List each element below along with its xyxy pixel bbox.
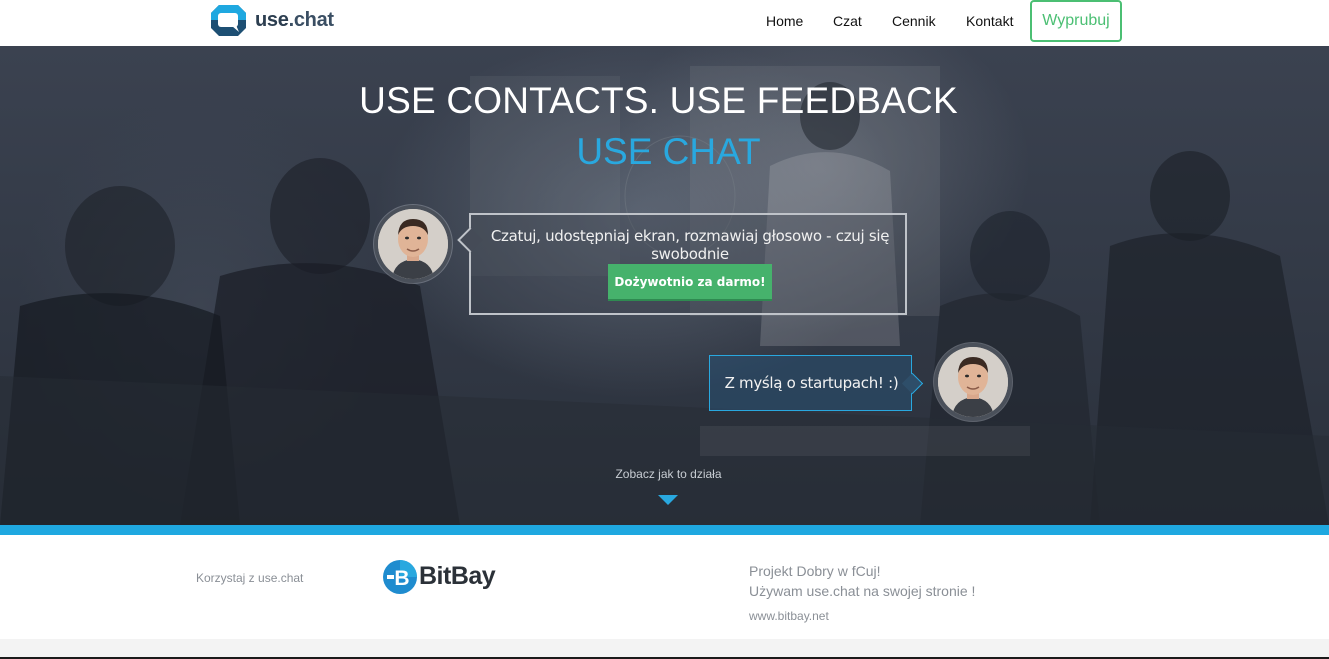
person-portrait-icon [378,209,448,279]
top-navbar: use.chat Home Czat Cennik Kontakt Wyprub… [0,0,1329,46]
svg-text:B: B [394,567,409,590]
logo-wordmark: use.chat [255,9,334,32]
site-logo[interactable]: use.chat [210,4,334,37]
chat-bubble-features: Czatuj, udostępniaj ekran, rozmawiaj gło… [469,213,907,315]
user-avatar [374,205,452,283]
testimonial-section: Korzystaj z use.chat B BitBay Projekt Do… [0,535,1329,639]
bubble-features-text: Czatuj, udostępniaj ekran, rozmawiaj gło… [490,227,890,263]
nav-kontakt-link[interactable]: Kontakt [966,13,1013,29]
uses-label: Korzystaj z use.chat [196,571,304,585]
hero-title-line-1: USE CONTACTS. USE FEEDBACK [359,80,958,121]
nav-cennik-link[interactable]: Cennik [892,13,936,29]
hero-title-line-2: USE CHAT [576,131,761,172]
bitbay-wordmark: BitBay [419,562,496,590]
lifetime-free-button[interactable]: Dożywotnio za darmo! [608,264,772,301]
bubble-startups-text: Z myślą o startupach! :) [724,374,899,392]
accent-divider [0,525,1329,535]
try-button[interactable]: Wyprubuj [1030,0,1122,42]
see-how-it-works-link[interactable]: Zobacz jak to działa [4,467,1329,481]
testimonial-quote-line-2: Używam use.chat na swojej stronie ! [749,583,976,599]
chat-bubble-startups: Z myślą o startupach! :) [709,355,912,411]
hero-section: USE CONTACTS. USE FEEDBACK USE CHAT Czat… [0,46,1329,525]
bitbay-logo: B BitBay [383,559,496,594]
person-portrait-icon [938,347,1008,417]
bitbay-b-icon: B [383,559,417,594]
logo-text-prefix: use [255,9,289,31]
testimonial-url-link[interactable]: www.bitbay.net [749,609,829,623]
footer-band [0,639,1329,657]
testimonial-quote-line-1: Projekt Dobry w fCuj! [749,563,881,579]
nav-czat-link[interactable]: Czat [833,13,862,29]
scroll-down-arrow-icon[interactable] [658,495,678,505]
logo-text-suffix: .chat [288,9,334,31]
chat-bubble-logo-icon [211,5,246,36]
nav-home-link[interactable]: Home [766,13,803,29]
user-avatar [934,343,1012,421]
